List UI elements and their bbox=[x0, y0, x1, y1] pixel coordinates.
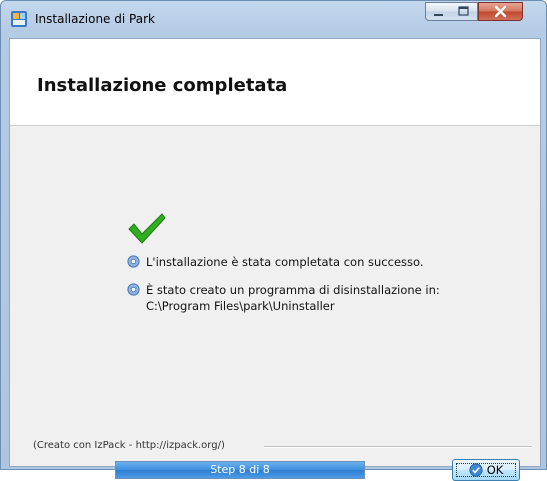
close-icon bbox=[494, 5, 507, 18]
maximize-button[interactable] bbox=[451, 2, 478, 21]
progress-label: Step 8 di 8 bbox=[210, 463, 270, 476]
minimize-icon bbox=[434, 14, 443, 16]
installer-window: Installazione di Park Installazione comp… bbox=[0, 0, 547, 481]
checkmark-icon bbox=[128, 213, 166, 244]
gear-icon bbox=[127, 255, 140, 268]
maximize-icon bbox=[458, 6, 469, 16]
title-bar[interactable]: Installazione di Park bbox=[1, 1, 546, 37]
window-title: Installazione di Park bbox=[35, 12, 155, 26]
panel-header: Installazione completata bbox=[10, 39, 540, 126]
uninstaller-path: C:\Program Files\park\Uninstaller bbox=[146, 299, 335, 313]
message-uninstaller: È stato creato un programma di disinstal… bbox=[127, 282, 440, 298]
page-title: Installazione completata bbox=[37, 75, 288, 96]
ok-label: OK bbox=[486, 463, 504, 477]
ok-button[interactable]: OK bbox=[452, 459, 520, 481]
creator-credit: (Creato con IzPack - http://izpack.org/) bbox=[33, 440, 225, 451]
progress-bar: Step 8 di 8 bbox=[115, 461, 365, 479]
uninstaller-message: È stato creato un programma di disinstal… bbox=[146, 283, 440, 297]
footer-separator bbox=[264, 446, 532, 448]
installer-icon bbox=[11, 11, 27, 27]
close-button[interactable] bbox=[478, 2, 523, 21]
minimize-button[interactable] bbox=[425, 2, 452, 21]
client-area: Installazione completata L'installazione… bbox=[9, 38, 541, 481]
gear-icon bbox=[127, 283, 140, 296]
success-message: L'installazione è stata completata con s… bbox=[146, 255, 424, 269]
message-success: L'installazione è stata completata con s… bbox=[127, 254, 424, 270]
check-circle-icon bbox=[469, 463, 483, 477]
panel-body: L'installazione è stata completata con s… bbox=[10, 126, 540, 481]
